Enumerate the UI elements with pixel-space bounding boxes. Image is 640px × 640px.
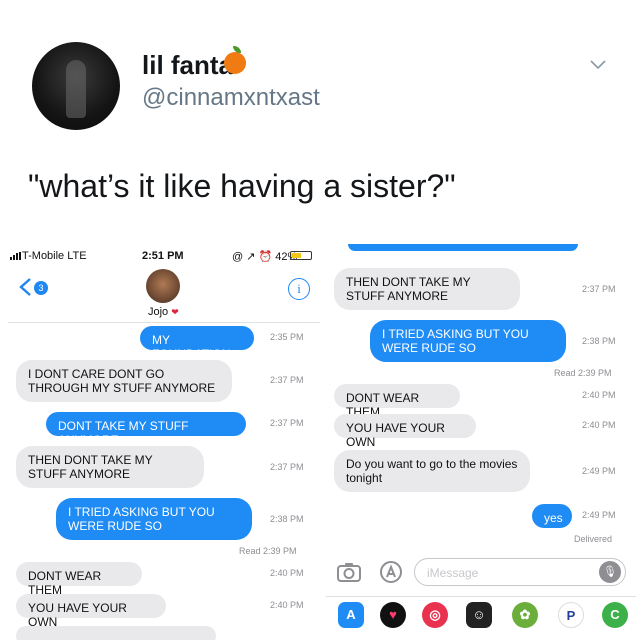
message-bubble[interactable]: YOU HAVE YOUR OWN — [16, 594, 166, 629]
message-bubble[interactable]: DONT WEAR THEM — [16, 562, 142, 597]
message-time: 2:49 PM — [582, 466, 616, 476]
message-placeholder: iMessage — [427, 566, 479, 580]
camera-icon[interactable] — [336, 560, 362, 584]
display-name[interactable]: lil fanta — [142, 50, 233, 81]
message-bubble[interactable]: I DONT CARE DONT GO THROUGH MY STUFF ANY… — [16, 360, 232, 402]
message-bubble[interactable]: MY FOUNDATION — [140, 326, 254, 361]
chevron-down-icon[interactable] — [588, 54, 608, 74]
message-time: 2:40 PM — [582, 420, 616, 430]
partial-message-bubble — [16, 626, 216, 640]
contact-name-text: Jojo — [148, 306, 169, 318]
partial-message-bubble — [348, 244, 578, 251]
signal-bars-icon — [10, 252, 21, 260]
orange-emoji-icon — [224, 46, 246, 74]
status-bar: T-Mobile LTE 2:51 PM @ ↗ ⏰ 42% — [8, 244, 320, 264]
green-app-icon[interactable]: C — [602, 602, 628, 628]
message-bubble[interactable]: DONT TAKE MY STUFF ANYMORE — [46, 412, 246, 447]
avatar-figure — [66, 60, 86, 118]
app-store-icon[interactable]: A — [338, 602, 364, 628]
user-handle[interactable]: @cinnamxntxast — [142, 84, 320, 112]
pandora-app-icon[interactable]: P — [558, 602, 584, 628]
message-time: 2:37 PM — [270, 462, 304, 472]
sticker-app-icon[interactable]: ✿ — [512, 602, 538, 628]
message-time: 2:35 PM — [270, 332, 304, 342]
message-time: 2:40 PM — [270, 568, 304, 578]
read-receipt: Read 2:39 PM — [239, 546, 297, 556]
tweet-text: "what’s it like having a sister?" — [28, 168, 456, 204]
microphone-icon[interactable]: 🎙 — [599, 561, 621, 583]
message-bubble[interactable]: I TRIED ASKING BUT YOU WERE RUDE SO — [370, 320, 566, 362]
drawer-divider — [326, 596, 636, 597]
message-bubble[interactable]: I TRIED ASKING BUT YOU WERE RUDE SO — [56, 498, 252, 540]
search-app-icon[interactable]: ◎ — [422, 602, 448, 628]
message-time: 2:38 PM — [582, 336, 616, 346]
app-store-button-icon[interactable] — [378, 560, 404, 584]
message-time: 2:37 PM — [582, 284, 616, 294]
contact-avatar[interactable] — [146, 269, 180, 303]
message-bubble[interactable]: Do you want to go to the movies tonight — [334, 450, 530, 492]
contact-name[interactable]: Jojo ❤ — [148, 306, 179, 318]
heart-icon: ❤ — [171, 307, 179, 317]
status-right: @ ↗ ⏰ 42% — [232, 251, 298, 263]
message-bubble[interactable]: THEN DONT TAKE MY STUFF ANYMORE — [16, 446, 204, 488]
game-app-icon[interactable]: ☺ — [466, 602, 492, 628]
status-time: 2:51 PM — [142, 250, 184, 262]
message-bubble[interactable]: yes — [532, 504, 572, 528]
unread-badge[interactable]: 3 — [34, 281, 48, 295]
carrier-label: T-Mobile LTE — [22, 250, 87, 262]
message-bubble[interactable]: YOU HAVE YOUR OWN — [334, 414, 476, 449]
message-input[interactable]: iMessage 🎙 — [414, 558, 626, 586]
read-receipt: Read 2:39 PM — [554, 368, 612, 378]
message-bubble[interactable]: DONT WEAR THEM — [334, 384, 460, 419]
heart-app-icon[interactable]: ♥ — [380, 602, 406, 628]
message-time: 2:49 PM — [582, 510, 616, 520]
left-screenshot: T-Mobile LTE 2:51 PM @ ↗ ⏰ 42% 3 Jojo ❤ … — [8, 244, 320, 640]
message-time: 2:40 PM — [270, 600, 304, 610]
message-time: 2:37 PM — [270, 418, 304, 428]
header-divider — [8, 322, 320, 323]
message-time: 2:38 PM — [270, 514, 304, 524]
battery-icon — [290, 251, 312, 260]
right-screenshot: THEN DONT TAKE MY STUFF ANYMORE 2:37 PM … — [326, 244, 636, 640]
message-time: 2:37 PM — [270, 375, 304, 385]
profile-avatar[interactable] — [32, 42, 120, 130]
message-time: 2:40 PM — [582, 390, 616, 400]
delivered-label: Delivered — [574, 534, 613, 544]
info-button[interactable]: i — [288, 278, 310, 300]
message-bubble[interactable]: THEN DONT TAKE MY STUFF ANYMORE — [334, 268, 520, 310]
